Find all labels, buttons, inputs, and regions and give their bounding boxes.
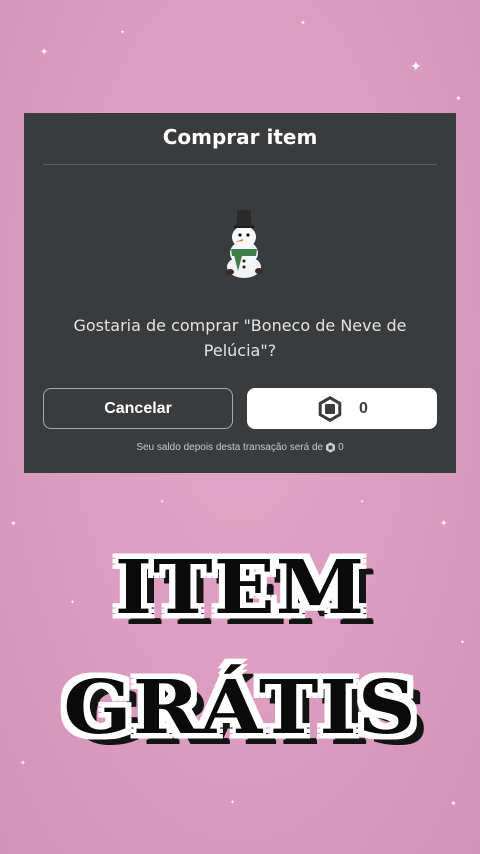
banner-text-item: ITEM <box>114 543 366 631</box>
cancel-button[interactable]: Cancelar <box>43 388 233 429</box>
price-label: 0 <box>359 399 368 417</box>
dialog-title: Comprar item <box>162 125 318 149</box>
balance-after: 0 <box>338 442 344 453</box>
purchase-dialog: Comprar item Gostaria de comprar "Boneco… <box>24 113 456 473</box>
purchase-question: Gostaria de comprar "Boneco de Neve de P… <box>73 316 407 360</box>
banner-line-2: GRÁTIS <box>0 660 480 754</box>
banner-text-free: GRÁTIS <box>63 663 417 751</box>
cancel-button-label: Cancelar <box>104 399 172 417</box>
banner-line-1: ITEM <box>0 540 480 634</box>
balance-note-text: Seu saldo depois desta transação será de <box>136 442 324 453</box>
dialog-divider <box>43 164 437 165</box>
robux-icon <box>318 395 342 422</box>
robux-small-icon <box>326 442 336 453</box>
buy-button[interactable]: 0 <box>247 388 437 429</box>
balance-note: Seu saldo depois desta transação será de… <box>24 442 456 453</box>
snowman-plush-icon <box>226 210 263 278</box>
